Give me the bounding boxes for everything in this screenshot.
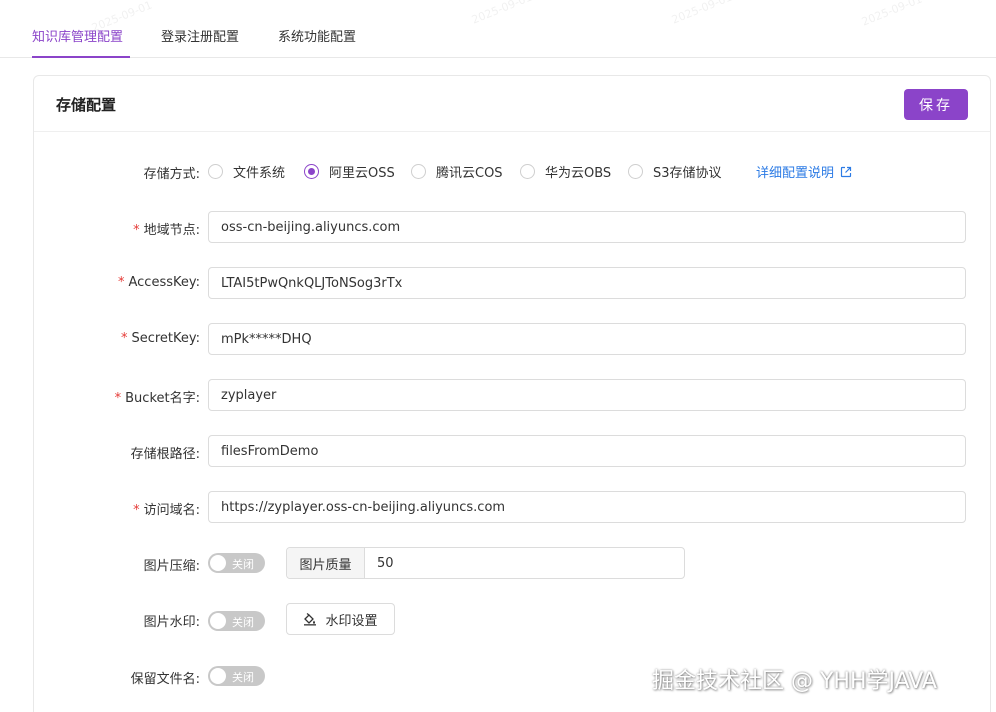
switch-text: 关闭	[232, 616, 254, 629]
credit-watermark: 掘金技术社区 @ YHH学JAVA	[652, 669, 937, 694]
radio-huawei-obs[interactable]: 华为云OBS	[520, 162, 611, 181]
access-key-label-text: AccessKey:	[128, 275, 200, 290]
paint-bucket-icon	[304, 612, 317, 626]
domain-input[interactable]: https://zyplayer.oss-cn-beijing.aliyuncs…	[208, 491, 966, 523]
switch-text: 关闭	[232, 671, 254, 684]
radio-circle	[411, 164, 426, 179]
radio-circle	[520, 164, 535, 179]
required-mark: *	[133, 503, 140, 518]
region-label: * 地域节点:	[133, 219, 200, 238]
radio-file-system[interactable]: 文件系统	[208, 162, 285, 181]
region-input[interactable]: oss-cn-beijing.aliyuncs.com	[208, 211, 966, 243]
image-watermark-label: 图片水印:	[143, 615, 200, 630]
required-mark: *	[120, 331, 128, 346]
root-path-label: 存储根路径:	[130, 447, 200, 462]
tab-login-register-config[interactable]: 登录注册配置	[161, 26, 239, 45]
radio-circle-checked	[304, 164, 319, 179]
image-quality-addon: 图片质量	[287, 548, 365, 578]
watermark-settings-label: 水印设置	[325, 612, 378, 628]
required-mark: *	[133, 223, 140, 238]
card-header: 存储配置 保存	[34, 76, 990, 132]
region-label-text: 地域节点:	[143, 223, 200, 238]
secret-key-input[interactable]: mPk*****DHQ	[208, 323, 966, 355]
domain-label: * 访问域名:	[133, 499, 200, 518]
keep-filename-switch[interactable]: 关闭	[208, 666, 265, 686]
external-link-icon	[840, 166, 852, 177]
image-quality-input[interactable]: 50	[365, 548, 684, 578]
radio-circle	[628, 164, 643, 179]
config-tabs: 知识库管理配置 登录注册配置 系统功能配置	[0, 0, 996, 58]
watermark-settings-button[interactable]: 水印设置	[286, 603, 395, 635]
switch-text: 关闭	[232, 558, 254, 571]
root-path-input[interactable]: filesFromDemo	[208, 435, 966, 467]
card-title: 存储配置	[56, 96, 117, 114]
tab-system-function-config[interactable]: 系统功能配置	[278, 26, 356, 45]
bucket-input[interactable]: zyplayer	[208, 379, 966, 411]
radio-s3-protocol[interactable]: S3存储协议	[628, 162, 722, 181]
radio-label: 腾讯云COS	[436, 166, 503, 181]
switch-knob	[210, 555, 226, 571]
active-tab-indicator	[32, 56, 130, 58]
access-key-input[interactable]: LTAI5tPwQnkQLJToNSog3rTx	[208, 267, 966, 299]
radio-label: S3存储协议	[653, 166, 722, 181]
radio-label: 阿里云OSS	[329, 166, 395, 181]
switch-knob	[210, 668, 226, 684]
save-button[interactable]: 保存	[904, 89, 968, 120]
image-quality-input-group: 图片质量 50	[286, 547, 685, 579]
tab-knowledge-base-config[interactable]: 知识库管理配置	[32, 26, 123, 45]
keep-filename-label: 保留文件名:	[130, 672, 200, 687]
switch-knob	[210, 613, 226, 629]
bucket-label-text: Bucket名字:	[125, 391, 200, 406]
radio-label: 华为云OBS	[545, 166, 612, 181]
bucket-label: * Bucket名字:	[115, 387, 200, 406]
access-key-label: * AccessKey:	[118, 275, 200, 290]
storage-method-label: 存储方式:	[143, 167, 200, 182]
secret-key-label-text: SecretKey:	[131, 331, 200, 346]
domain-label-text: 访问域名:	[143, 503, 200, 518]
image-compress-label: 图片压缩:	[143, 559, 200, 574]
config-help-link[interactable]: 详细配置说明	[756, 162, 852, 181]
radio-label: 文件系统	[233, 166, 286, 181]
required-mark: *	[117, 275, 125, 290]
required-mark: *	[114, 391, 122, 406]
image-watermark-switch[interactable]: 关闭	[208, 611, 265, 631]
radio-circle	[208, 164, 223, 179]
radio-aliyun-oss[interactable]: 阿里云OSS	[304, 162, 395, 181]
image-compress-switch[interactable]: 关闭	[208, 553, 265, 573]
secret-key-label: * SecretKey:	[121, 331, 200, 346]
help-link-label: 详细配置说明	[756, 166, 835, 181]
radio-tencent-cos[interactable]: 腾讯云COS	[411, 162, 503, 181]
